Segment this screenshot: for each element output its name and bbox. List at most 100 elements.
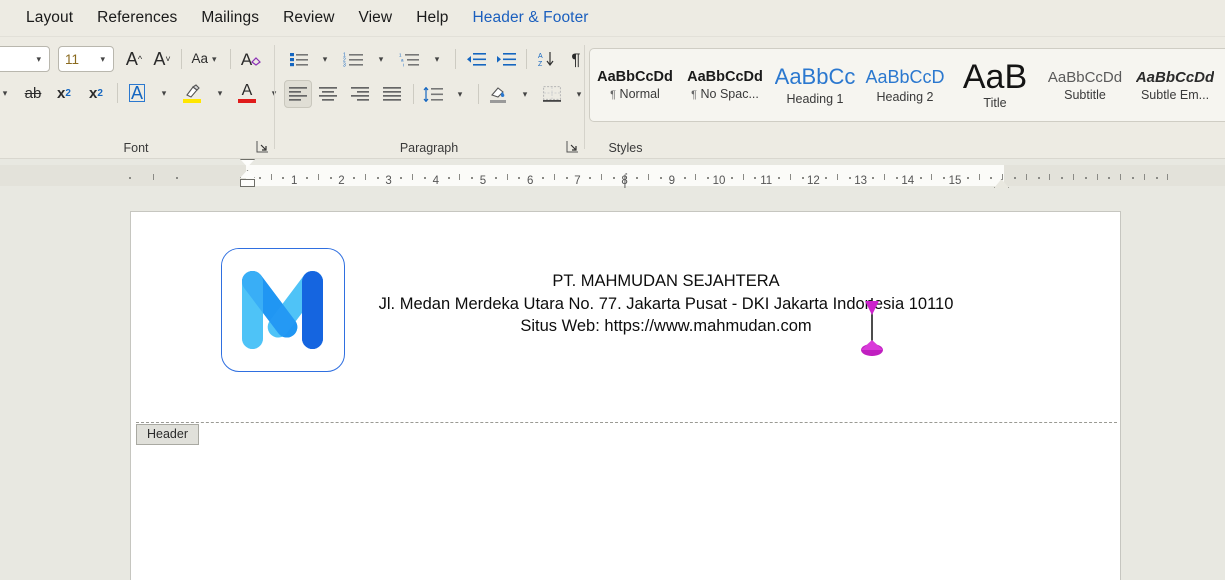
tab-layout[interactable]: Layout — [14, 5, 85, 31]
ruler-number: 12 — [807, 171, 820, 192]
text-highlight-color-icon[interactable] — [177, 80, 207, 106]
ruler-tick — [695, 174, 696, 180]
ruler-tick — [802, 177, 804, 179]
document-page[interactable]: PT. MAHMUDAN SEJAHTERA Jl. Medan Merdeka… — [130, 211, 1121, 580]
divider — [117, 83, 118, 103]
header-text-block[interactable]: PT. MAHMUDAN SEJAHTERA Jl. Medan Merdeka… — [281, 270, 1051, 338]
divider — [455, 49, 456, 69]
ruler-tick — [872, 177, 874, 179]
numbering-dropdown-icon[interactable]: ▾ — [368, 46, 394, 72]
text-effects-icon[interactable]: A — [123, 80, 151, 106]
ruler-tick — [1120, 174, 1121, 180]
superscript-icon[interactable]: x2 — [80, 80, 112, 106]
style-item-heading-1[interactable]: AaBbCc Heading 1 — [770, 49, 860, 121]
bullets-icon[interactable] — [286, 46, 312, 72]
divider — [274, 45, 275, 149]
pilcrow-icon: ¶ — [691, 89, 697, 101]
ruler-tick — [1026, 174, 1027, 180]
ruler-tick — [412, 174, 413, 180]
borders-icon[interactable] — [538, 81, 566, 107]
left-indent-marker[interactable] — [240, 179, 255, 187]
ruler-tick — [778, 177, 780, 179]
divider — [526, 49, 527, 69]
ruler-number: 10 — [713, 171, 726, 192]
increase-indent-icon[interactable] — [491, 46, 521, 72]
ruler-number: 1 — [291, 171, 297, 192]
line-spacing-dropdown-icon[interactable]: ▾ — [447, 81, 473, 107]
tab-mailings[interactable]: Mailings — [189, 5, 271, 31]
divider — [181, 49, 182, 69]
tab-stop-marker[interactable]: ⌠ — [621, 173, 629, 186]
svg-text:3: 3 — [343, 62, 346, 67]
subscript-icon[interactable]: x2 — [48, 80, 80, 106]
change-case-icon[interactable]: Aa▾ — [187, 46, 225, 72]
style-item-subtle-emphasis[interactable]: AaBbCcDd Subtle Em... — [1130, 49, 1220, 121]
tab-help[interactable]: Help — [404, 5, 460, 31]
font-size-combo[interactable]: 11 ▾ — [58, 46, 114, 72]
align-right-icon[interactable] — [344, 81, 376, 107]
styles-gallery[interactable]: AaBbCcDd ¶ Normal AaBbCcDd ¶ No Spac... … — [589, 48, 1225, 122]
ruler-marks: 123456789101112131415 — [0, 165, 1225, 186]
tab-references[interactable]: References — [85, 5, 189, 31]
style-label: Subtitle — [1064, 88, 1106, 102]
ruler-tick — [153, 174, 154, 180]
underline-dropdown-icon[interactable]: ▾ — [0, 80, 18, 106]
ruler-tick — [707, 177, 709, 179]
ruler-tick — [1014, 177, 1016, 179]
divider — [230, 49, 231, 69]
ruler-tick — [271, 174, 272, 180]
company-name: PT. MAHMUDAN SEJAHTERA — [281, 270, 1051, 293]
numbering-icon[interactable]: 1 2 3 — [338, 46, 368, 72]
tab-view[interactable]: View — [346, 5, 404, 31]
style-label: Heading 2 — [877, 90, 934, 104]
style-item-subtitle[interactable]: AaBbCcDd Subtitle — [1040, 49, 1130, 121]
ruler-tick — [943, 177, 945, 179]
chevron-down-icon: ▾ — [32, 55, 45, 64]
ruler-tick — [282, 177, 284, 179]
ribbon-tab-bar: Layout References Mailings Review View H… — [0, 0, 1225, 37]
ruler-tick — [990, 177, 992, 179]
sort-icon[interactable]: A Z — [532, 46, 562, 72]
decrease-indent-icon[interactable] — [461, 46, 491, 72]
multilevel-list-dropdown-icon[interactable]: ▾ — [424, 46, 450, 72]
chevron-down-icon: ▾ — [208, 55, 221, 64]
line-spacing-icon[interactable] — [419, 81, 447, 107]
align-center-icon[interactable] — [312, 81, 344, 107]
highlight-dropdown-icon[interactable]: ▾ — [207, 80, 233, 106]
font-name-combo[interactable]: ▾ — [0, 46, 50, 72]
ruler-tick — [1049, 174, 1050, 180]
shading-icon[interactable] — [484, 81, 512, 107]
header-section-tag[interactable]: Header — [136, 424, 199, 445]
ribbon-group-styles: AaBbCcDd ¶ Normal AaBbCcDd ¶ No Spac... … — [586, 37, 1225, 159]
tab-header-and-footer[interactable]: Header & Footer — [460, 5, 600, 31]
strikethrough-icon[interactable]: ab — [18, 80, 48, 106]
ruler-number: 5 — [480, 171, 486, 192]
bullets-dropdown-icon[interactable]: ▾ — [312, 46, 338, 72]
justify-icon[interactable] — [376, 81, 408, 107]
align-left-icon[interactable] — [284, 80, 312, 108]
ruler-tick — [920, 177, 922, 179]
text-effects-dropdown-icon[interactable]: ▾ — [151, 80, 177, 106]
grow-font-icon[interactable]: A^ — [120, 46, 148, 72]
clear-all-formatting-icon[interactable]: A — [236, 46, 266, 72]
ruler-tick — [601, 174, 602, 180]
document-canvas[interactable]: PT. MAHMUDAN SEJAHTERA Jl. Medan Merdeka… — [0, 193, 1225, 580]
style-item-title[interactable]: AaB Title — [950, 49, 1040, 121]
font-color-icon[interactable]: A — [233, 80, 261, 106]
ruler-tick — [542, 177, 544, 179]
font-dialog-launcher[interactable] — [256, 140, 270, 154]
multilevel-list-icon[interactable]: 1 a i — [394, 46, 424, 72]
divider — [478, 84, 479, 104]
style-item-no-spacing[interactable]: AaBbCcDd ¶ No Spac... — [680, 49, 770, 121]
style-item-heading-2[interactable]: AaBbCcD Heading 2 — [860, 49, 950, 121]
ruler-tick — [1002, 174, 1003, 180]
ruler[interactable]: 123456789101112131415 ⌠ — [0, 159, 1225, 193]
ruler-tick — [754, 177, 756, 179]
shrink-font-icon[interactable]: A˅ — [148, 46, 176, 72]
ruler-number: 2 — [338, 171, 344, 192]
ruler-tick — [979, 174, 980, 180]
style-item-normal[interactable]: AaBbCcDd ¶ Normal — [590, 49, 680, 121]
ruler-tick — [471, 177, 473, 179]
tab-review[interactable]: Review — [271, 5, 346, 31]
shading-dropdown-icon[interactable]: ▾ — [512, 81, 538, 107]
